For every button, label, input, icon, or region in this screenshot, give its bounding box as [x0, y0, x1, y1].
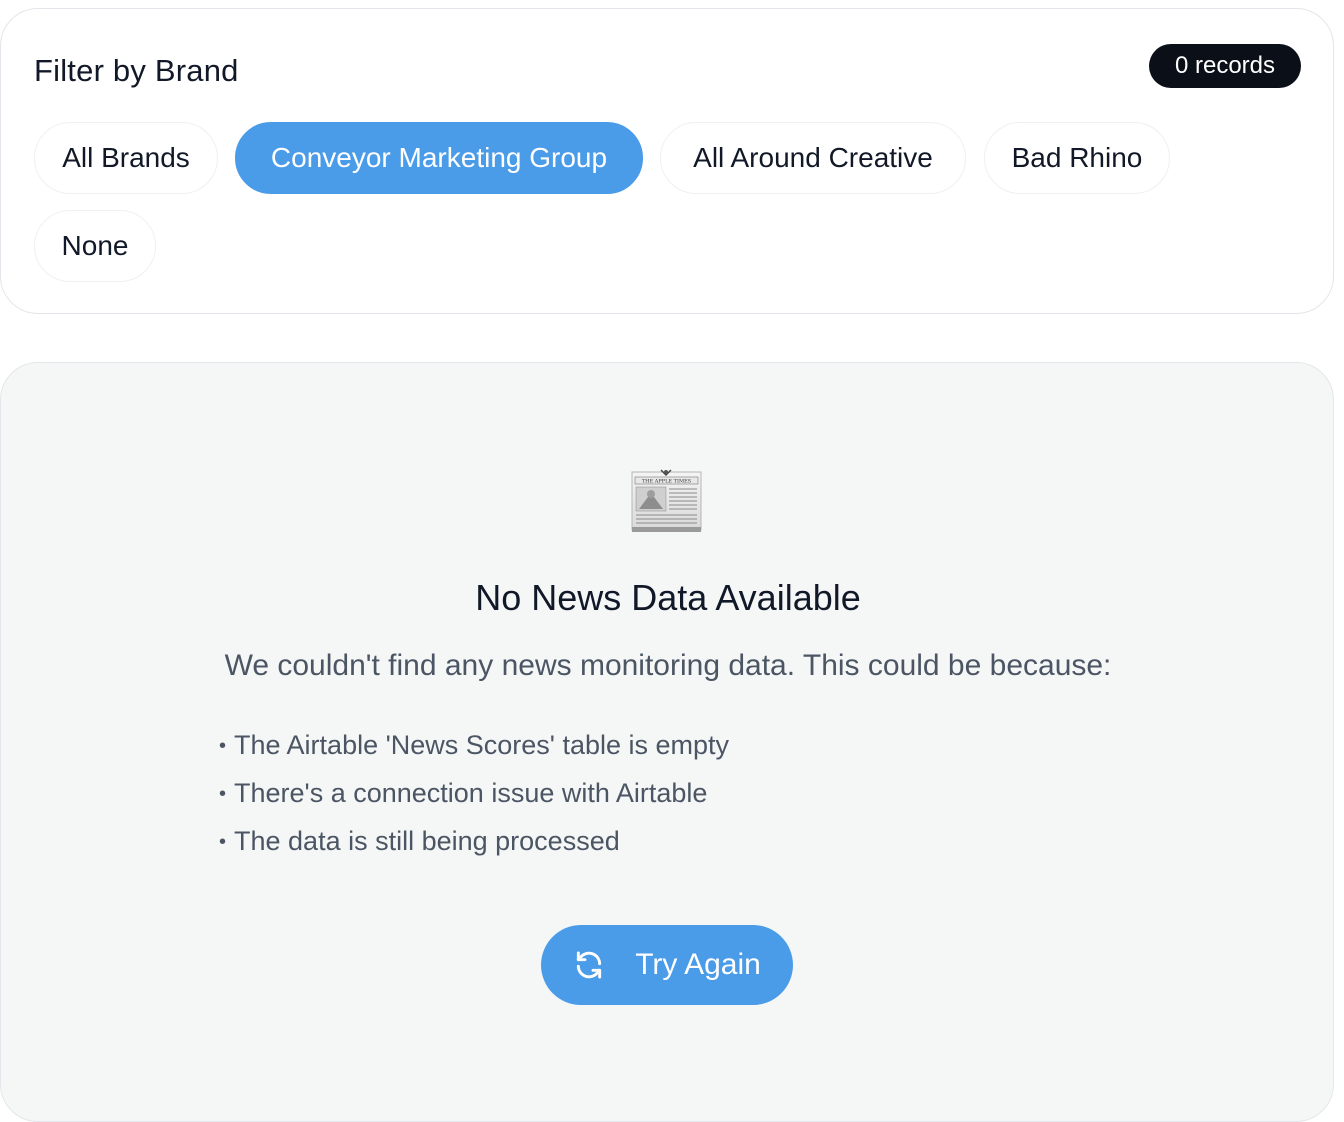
try-again-button[interactable]: Try Again	[541, 925, 793, 1005]
records-count-badge: 0 records	[1149, 44, 1301, 88]
reasons-list: The Airtable 'News Scores' table is empt…	[219, 727, 729, 871]
reason-item: There's a connection issue with Airtable	[219, 775, 729, 823]
try-again-label: Try Again	[635, 948, 761, 981]
brand-chip-none[interactable]: None	[34, 210, 156, 282]
brand-chip-all-around-creative[interactable]: All Around Creative	[660, 122, 966, 194]
brand-chip-bad-rhino[interactable]: Bad Rhino	[984, 122, 1170, 194]
newspaper-icon: THE APPLE TIMES	[631, 467, 702, 533]
empty-state-description: We couldn't find any news monitoring dat…	[224, 649, 1112, 682]
newspaper-masthead: THE APPLE TIMES	[642, 479, 692, 485]
brand-filter-card: Filter by Brand 0 records All Brands Con…	[0, 8, 1334, 314]
filter-title: Filter by Brand	[34, 53, 239, 88]
empty-state-title: No News Data Available	[475, 577, 861, 618]
reason-item: The Airtable 'News Scores' table is empt…	[219, 727, 729, 775]
refresh-icon	[573, 949, 605, 981]
empty-state-card: THE APPLE TIMES No News Data Available W…	[0, 362, 1334, 1122]
brand-chip-all-brands[interactable]: All Brands	[34, 122, 218, 194]
reason-item: The data is still being processed	[219, 823, 729, 871]
brand-chip-conveyor-marketing-group[interactable]: Conveyor Marketing Group	[235, 122, 643, 194]
